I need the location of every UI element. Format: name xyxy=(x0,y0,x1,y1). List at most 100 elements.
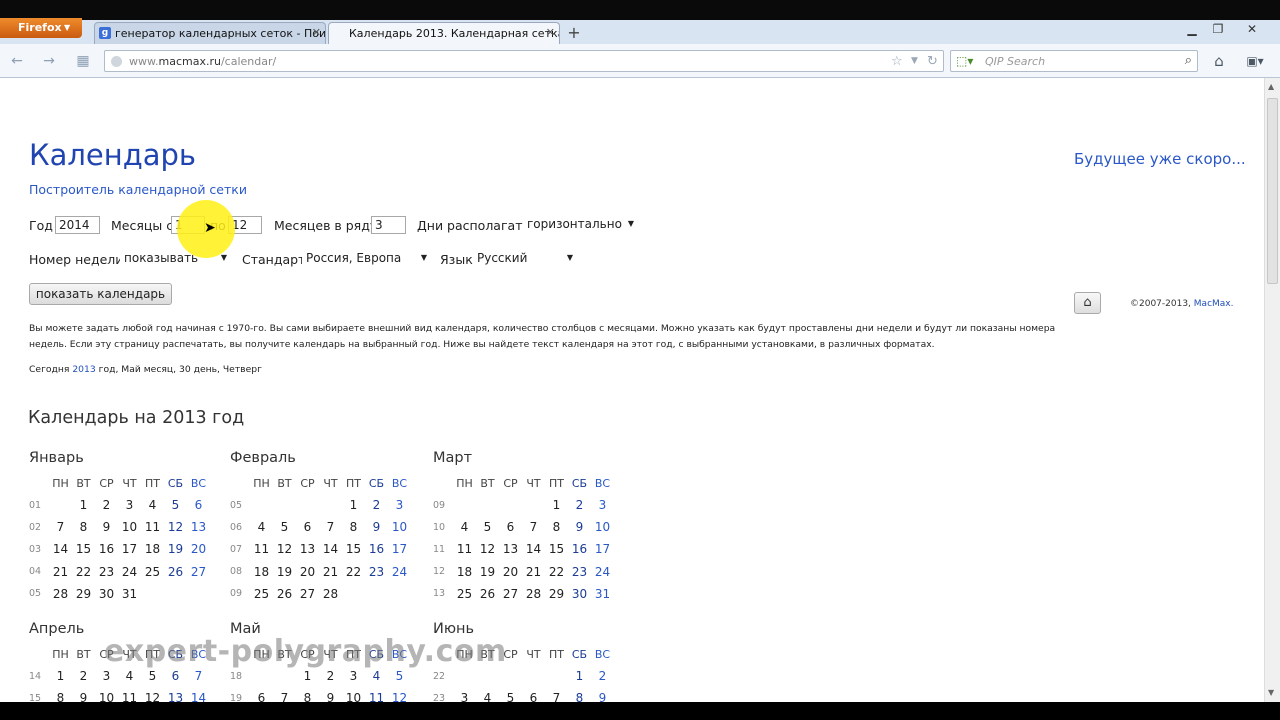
screen-bottom-bar xyxy=(0,702,1280,720)
today-year-link[interactable]: 2013 xyxy=(72,364,95,375)
window-close-icon[interactable]: ✕ xyxy=(1240,21,1264,37)
tab-google-search[interactable]: g генератор календарных сеток - Пои... ✕ xyxy=(94,22,326,44)
page-content: Календарь Построитель календарной сетки … xyxy=(0,78,1264,702)
new-tab-button[interactable]: + xyxy=(564,24,584,42)
week-row: 19 6 7 8 9 10 11 12 xyxy=(230,687,411,702)
day-cell: 28 xyxy=(525,586,542,601)
day-cell: 1 xyxy=(56,669,65,684)
day-cell: 29 xyxy=(548,586,565,601)
day-cell: 11 xyxy=(368,691,385,702)
month-block: Март ПН ВТ СР ЧТ ПТ СБ ВС 09 1 2 3 10 4 5 6 7 8 9 10 11 11 12 1… xyxy=(433,450,623,605)
day-cell xyxy=(187,583,210,605)
restore-icon[interactable]: ❐ xyxy=(1206,21,1230,37)
day-cell: 28 xyxy=(322,586,339,601)
day-cell: 7 xyxy=(552,691,561,702)
day-cell: 23 xyxy=(368,564,385,579)
copyright-text: ©2007-2013, xyxy=(1130,299,1191,309)
day-cell: 8 xyxy=(552,520,561,535)
weekday-header: СБ xyxy=(571,647,588,661)
day-cell: 14 xyxy=(525,542,542,557)
week-number: 11 xyxy=(433,543,446,555)
day-cell: 15 xyxy=(548,542,565,557)
back-arrow-icon[interactable]: ← xyxy=(8,52,26,70)
tab-calendar[interactable]: Календарь 2013. Календарная сетка... ✕ xyxy=(328,22,560,44)
day-cell: 20 xyxy=(190,542,207,557)
week-number-header xyxy=(433,472,453,494)
history-dropdown-icon[interactable]: ▼ xyxy=(911,56,918,66)
day-cell: 9 xyxy=(326,691,335,702)
language-select[interactable]: Русский ▼ xyxy=(473,250,576,268)
per-row-input[interactable]: 3 xyxy=(371,216,406,234)
day-cell: 1 xyxy=(552,498,561,513)
search-input[interactable]: ⬚▾ QIP Search ⌕ xyxy=(950,50,1198,72)
bookmark-star-icon[interactable]: ☆ xyxy=(891,54,903,69)
macmax-link[interactable]: MacMax. xyxy=(1194,299,1234,309)
qip-search-engine-icon[interactable]: ⬚▾ xyxy=(956,54,973,68)
week-number-header xyxy=(29,643,49,665)
weekday-header: ВС xyxy=(190,476,207,490)
month-name: Март xyxy=(433,450,473,466)
weekday-header: СБ xyxy=(368,476,385,490)
title-bar xyxy=(0,0,1280,20)
day-cell: 1 xyxy=(79,498,88,513)
tab-label: генератор календарных сеток - Пои... xyxy=(115,27,326,40)
day-cell: 4 xyxy=(148,498,157,513)
day-cell: 3 xyxy=(598,498,607,513)
week-row: 12 18 19 20 21 22 23 24 xyxy=(433,561,614,583)
day-cell: 27 xyxy=(190,564,207,579)
home-page-button[interactable]: ⌂ xyxy=(1074,292,1101,314)
day-cell: 19 xyxy=(167,542,184,557)
forward-arrow-icon[interactable]: → xyxy=(40,52,58,70)
day-cell: 10 xyxy=(345,691,362,702)
standard-select[interactable]: Россия, Европа ▼ xyxy=(302,250,430,268)
close-icon[interactable]: ✕ xyxy=(312,26,321,39)
vertical-scrollbar[interactable]: ▲ ▼ xyxy=(1264,78,1280,702)
show-calendar-button[interactable]: показать календарь xyxy=(29,283,172,305)
firefox-menu-label: Firefox xyxy=(18,21,62,34)
days-layout-select[interactable]: горизонтально ▼ xyxy=(523,216,637,234)
weekday-header: СР xyxy=(300,476,315,490)
day-cell: 7 xyxy=(56,520,65,535)
firefox-menu-button[interactable]: Firefox ▼ xyxy=(0,18,82,38)
day-cell: 14 xyxy=(322,542,339,557)
weekday-header: ПТ xyxy=(549,647,564,661)
weekday-header: ЧТ xyxy=(323,476,338,490)
weekday-header: СБ xyxy=(571,476,588,490)
home-icon[interactable]: ⌂ xyxy=(1208,50,1230,72)
year-input[interactable]: 2014 xyxy=(55,216,100,234)
minimize-icon[interactable]: ▁ xyxy=(1180,21,1204,37)
week-row: 08 18 19 20 21 22 23 24 xyxy=(230,561,411,583)
scroll-down-icon[interactable]: ▼ xyxy=(1268,688,1274,697)
week-row: 13 25 26 27 28 29 30 31 xyxy=(433,583,614,605)
apps-grid-icon[interactable]: ▦ xyxy=(74,52,92,70)
url-bar[interactable]: www.macmax.ru/calendar/ ☆ ▼ ↻ xyxy=(104,50,944,72)
day-cell: 9 xyxy=(102,520,111,535)
day-cell: 30 xyxy=(98,586,115,601)
search-icon[interactable]: ⌕ xyxy=(1185,53,1192,68)
url-prefix: www. xyxy=(129,55,159,68)
weekday-header: ВС xyxy=(594,476,611,490)
scroll-up-icon[interactable]: ▲ xyxy=(1268,82,1274,91)
subtitle-link[interactable]: Построитель календарной сетки xyxy=(29,182,247,197)
reload-icon[interactable]: ↻ xyxy=(927,54,938,69)
day-cell xyxy=(49,494,72,516)
day-cell: 9 xyxy=(598,691,607,702)
day-cell: 31 xyxy=(121,586,138,601)
day-cell: 6 xyxy=(303,520,312,535)
year-label: Год xyxy=(29,218,53,233)
copyright: ©2007-2013, MacMax. xyxy=(1130,299,1234,309)
day-cell: 16 xyxy=(571,542,588,557)
day-cell: 4 xyxy=(257,520,266,535)
day-cell: 8 xyxy=(56,691,65,702)
week-row: 11 11 12 13 14 15 16 17 xyxy=(433,538,614,560)
day-cell: 11 xyxy=(121,691,138,702)
close-icon[interactable]: ✕ xyxy=(546,26,555,39)
scrollbar-thumb[interactable] xyxy=(1267,98,1278,284)
day-cell: 19 xyxy=(479,564,496,579)
future-link[interactable]: Будущее уже скоро... xyxy=(1074,150,1246,168)
day-cell: 1 xyxy=(575,669,584,684)
weekday-header: ВТ xyxy=(76,476,91,490)
menu-dropdown-icon[interactable]: ▣▾ xyxy=(1240,50,1270,72)
week-number: 08 xyxy=(230,566,243,578)
day-cell: 21 xyxy=(525,564,542,579)
